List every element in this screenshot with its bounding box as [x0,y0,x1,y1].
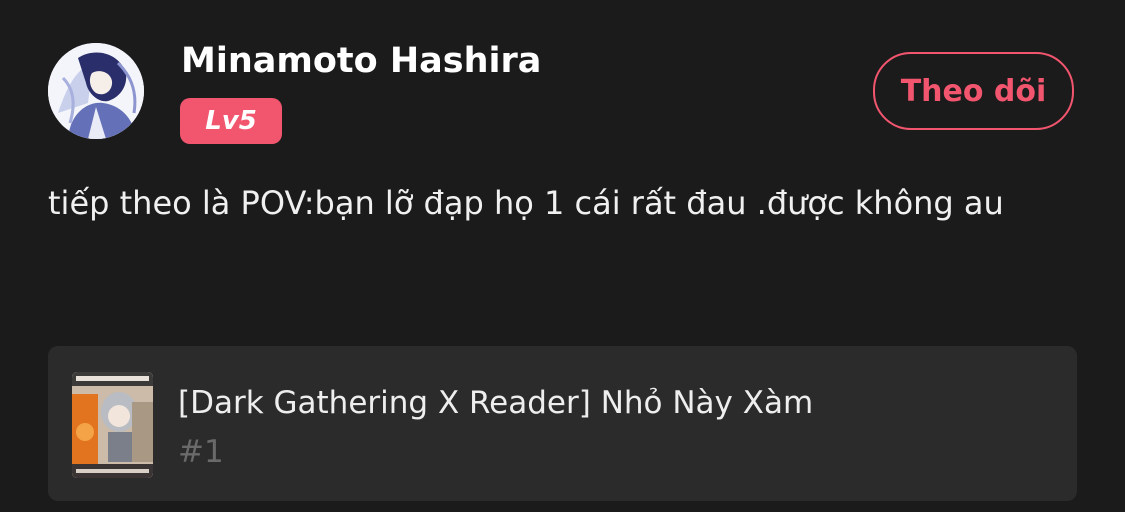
story-chapter: #1 [178,434,224,470]
user-avatar[interactable] [48,43,144,139]
post-text: tiếp theo là POV:bạn lỡ đạp họ 1 cái rất… [48,184,1004,222]
comment-post: Minamoto Hashira Lv5 Theo dõi tiếp theo … [0,0,1125,512]
story-title: [Dark Gathering X Reader] Nhỏ Này Xàm [178,385,814,421]
level-badge: Lv5 [180,98,282,144]
story-cover [72,372,153,478]
linked-story-card[interactable]: [Dark Gathering X Reader] Nhỏ Này Xàm #1 [48,346,1077,501]
story-cover-image-icon [72,372,153,478]
follow-button[interactable]: Theo dõi [873,52,1074,130]
username[interactable]: Minamoto Hashira [181,38,541,84]
anime-character-avatar-icon [48,43,144,139]
